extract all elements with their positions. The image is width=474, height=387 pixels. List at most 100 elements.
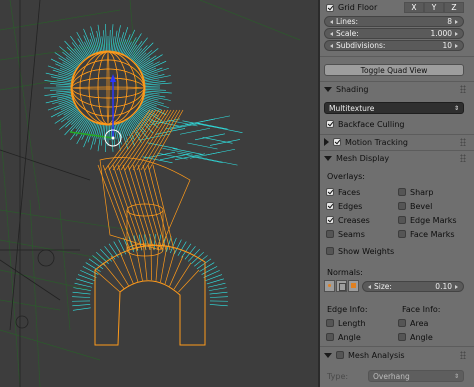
overlay-faces-option[interactable]: Faces: [326, 187, 360, 197]
mesh-analysis-header[interactable]: Mesh Analysis: [322, 348, 470, 362]
shading-mode-value: Multitexture: [329, 103, 375, 113]
grid-floor-checkbox[interactable]: [326, 3, 334, 12]
separator: [320, 56, 474, 57]
face-angle-option[interactable]: Angle: [398, 332, 433, 342]
panel-border: [318, 0, 320, 387]
collapsed-triangle-icon[interactable]: [324, 138, 329, 146]
motion-tracking-title: Motion Tracking: [345, 137, 408, 147]
dropdown-arrows-icon: ⇕: [453, 372, 459, 380]
viewport-scene[interactable]: [0, 0, 318, 387]
separator: [320, 346, 474, 347]
edge-angle-label: Angle: [338, 332, 361, 342]
grid-floor-label: Grid Floor: [338, 3, 378, 12]
analysis-type-label: Type:: [327, 372, 349, 381]
edge-marks-checkbox[interactable]: [398, 216, 406, 224]
size-value: 0.10: [435, 282, 452, 291]
edge-angle-checkbox[interactable]: [326, 333, 334, 341]
shading-mode-dropdown[interactable]: Multitexture ⇕: [324, 102, 464, 114]
faces-label: Faces: [338, 187, 361, 197]
face-area-label: Area: [410, 318, 429, 328]
show-weights-label: Show Weights: [338, 246, 395, 256]
edge-angle-option[interactable]: Angle: [326, 332, 361, 342]
creases-checkbox[interactable]: [326, 216, 334, 224]
drag-grip-icon[interactable]: [460, 351, 466, 359]
face-info-label: Face Info:: [402, 305, 441, 314]
overlay-edges-option[interactable]: Edges: [326, 201, 362, 211]
expand-triangle-icon[interactable]: [324, 352, 332, 358]
face-angle-checkbox[interactable]: [398, 333, 406, 341]
edge-marks-label: Edge Marks: [410, 215, 457, 225]
faces-checkbox[interactable]: [326, 188, 334, 196]
increment-icon[interactable]: [455, 43, 458, 48]
axis-z-toggle[interactable]: Z: [444, 2, 464, 13]
mesh-display-header[interactable]: Mesh Display: [322, 151, 470, 165]
subdivisions-label: Subdivisions:: [336, 41, 386, 50]
motion-tracking-checkbox[interactable]: [333, 138, 341, 146]
drag-grip-icon[interactable]: [460, 138, 466, 146]
overlay-bevel-option[interactable]: Bevel: [398, 201, 432, 211]
split-normals-icon[interactable]: [336, 280, 347, 292]
overlay-face-marks-option[interactable]: Face Marks: [398, 229, 455, 239]
toggle-quad-view-button[interactable]: Toggle Quad View: [324, 64, 464, 76]
increment-icon[interactable]: [455, 31, 458, 36]
face-normals-icon[interactable]: [348, 280, 359, 292]
analysis-type-value: Overhang: [373, 371, 410, 381]
bevel-label: Bevel: [410, 201, 433, 211]
expand-triangle-icon[interactable]: [324, 86, 332, 92]
face-angle-label: Angle: [410, 332, 433, 342]
drag-grip-icon[interactable]: [460, 154, 466, 162]
background-wireframe: [0, 0, 301, 387]
properties-panel: Grid Floor X Y Z Lines: 8 Scale: 1.000 S…: [318, 0, 474, 387]
edge-info-label: Edge Info:: [327, 305, 368, 314]
edge-length-checkbox[interactable]: [326, 319, 334, 327]
edge-length-option[interactable]: Length: [326, 318, 366, 328]
dropdown-arrows-icon: ⇕: [453, 104, 459, 112]
backface-culling-checkbox[interactable]: [326, 120, 334, 128]
face-area-checkbox[interactable]: [398, 319, 406, 327]
overlay-sharp-option[interactable]: Sharp: [398, 187, 433, 197]
normals-label: Normals:: [327, 268, 363, 277]
size-label: Size:: [374, 282, 392, 291]
normals-display-toggles: [324, 280, 359, 292]
mesh-analysis-checkbox[interactable]: [336, 351, 344, 359]
grid-lines-field[interactable]: Lines: 8: [324, 16, 464, 27]
overlay-edge-marks-option[interactable]: Edge Marks: [398, 215, 457, 225]
3d-viewport[interactable]: [0, 0, 318, 387]
subdivisions-value: 10: [442, 41, 452, 50]
backface-culling-option[interactable]: Backface Culling: [326, 119, 404, 129]
grid-scale-field[interactable]: Scale: 1.000: [324, 28, 464, 39]
edges-checkbox[interactable]: [326, 202, 334, 210]
scale-label: Scale:: [336, 29, 359, 38]
increment-icon[interactable]: [455, 284, 458, 289]
seams-checkbox[interactable]: [326, 230, 334, 238]
bevel-checkbox[interactable]: [398, 202, 406, 210]
edges-label: Edges: [338, 201, 363, 211]
sharp-label: Sharp: [410, 187, 434, 197]
face-marks-checkbox[interactable]: [398, 230, 406, 238]
motion-tracking-header[interactable]: Motion Tracking: [322, 135, 470, 149]
drag-grip-icon[interactable]: [460, 85, 466, 93]
increment-icon[interactable]: [455, 19, 458, 24]
face-area-option[interactable]: Area: [398, 318, 428, 328]
creases-label: Creases: [338, 215, 370, 225]
axis-y-toggle[interactable]: Y: [424, 2, 444, 13]
lines-value: 8: [447, 17, 452, 26]
shading-header[interactable]: Shading: [322, 82, 470, 96]
overlays-label: Overlays:: [327, 172, 365, 181]
overlay-creases-option[interactable]: Creases: [326, 215, 370, 225]
analysis-type-dropdown[interactable]: Overhang ⇕: [368, 370, 464, 382]
seams-label: Seams: [338, 229, 365, 239]
face-marks-label: Face Marks: [410, 229, 455, 239]
show-weights-option[interactable]: Show Weights: [326, 246, 394, 256]
show-weights-checkbox[interactable]: [326, 247, 334, 255]
edge-length-label: Length: [338, 318, 366, 328]
vertex-normals-icon[interactable]: [324, 280, 335, 292]
pivot-dot: [111, 136, 115, 140]
overlay-seams-option[interactable]: Seams: [326, 229, 365, 239]
grid-floor-row: Grid Floor X Y Z: [324, 1, 468, 14]
expand-triangle-icon[interactable]: [324, 155, 332, 161]
sharp-checkbox[interactable]: [398, 188, 406, 196]
grid-subdivisions-field[interactable]: Subdivisions: 10: [324, 40, 464, 51]
axis-x-toggle[interactable]: X: [404, 2, 424, 13]
normals-size-field[interactable]: Size: 0.10: [362, 281, 464, 292]
